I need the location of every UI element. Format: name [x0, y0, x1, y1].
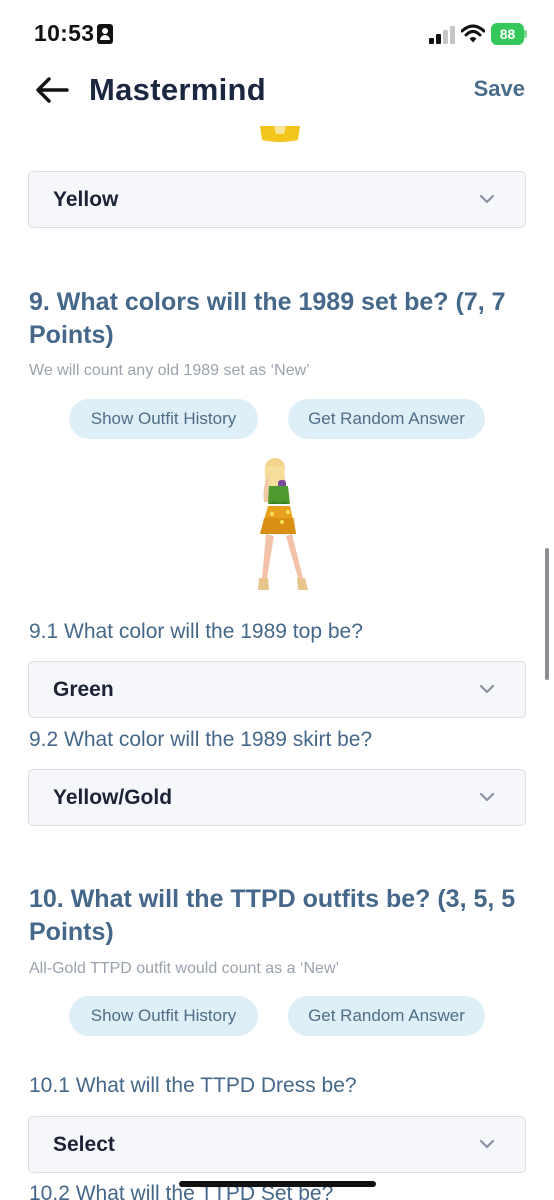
chevron-down-icon — [479, 194, 495, 204]
select-value: Green — [53, 678, 114, 701]
show-outfit-history-button[interactable]: Show Outfit History — [69, 399, 258, 439]
arrow-left-icon — [36, 77, 69, 103]
wifi-icon — [461, 24, 485, 43]
question-9-2-label: 9.2 What color will the 1989 skirt be? — [29, 728, 373, 751]
save-button[interactable]: Save — [474, 76, 525, 102]
question-10-title: 10. What will the TTPD outfits be? (3, 5… — [29, 885, 516, 946]
scrollbar[interactable] — [545, 548, 549, 680]
question-9-note: We will count any old 1989 set as ‘New’ — [29, 362, 310, 379]
status-time: 10:53 — [34, 20, 95, 46]
chevron-down-icon — [479, 684, 495, 694]
page-title: Mastermind — [89, 72, 266, 107]
question-9-1-label: 9.1 What color will the 1989 top be? — [29, 620, 363, 643]
select-value: Yellow/Gold — [53, 786, 173, 809]
question-9-1-select[interactable]: Green — [28, 661, 526, 718]
home-indicator[interactable] — [179, 1181, 376, 1187]
outfit-image-partial — [260, 126, 300, 142]
question-9-title: 9. What colors will the 1989 set be? (7,… — [29, 288, 506, 349]
back-button[interactable] — [30, 70, 74, 110]
battery-tip — [524, 30, 527, 38]
select-value: Select — [53, 1133, 115, 1156]
chevron-down-icon — [479, 792, 495, 802]
question-10-1-label: 10.1 What will the TTPD Dress be? — [29, 1074, 357, 1097]
get-random-answer-button[interactable]: Get Random Answer — [288, 399, 485, 439]
get-random-answer-button[interactable]: Get Random Answer — [288, 996, 485, 1036]
answer-8-select[interactable]: Yellow — [28, 171, 526, 228]
chevron-down-icon — [479, 1139, 495, 1149]
person-badge-icon — [97, 24, 113, 44]
show-outfit-history-button[interactable]: Show Outfit History — [69, 996, 258, 1036]
question-10-1-select[interactable]: Select — [28, 1116, 526, 1173]
question-10-note: All-Gold TTPD outfit would count as a ‘N… — [29, 960, 340, 977]
cellular-signal-icon — [429, 26, 455, 44]
question-9-2-select[interactable]: Yellow/Gold — [28, 769, 526, 826]
select-value: Yellow — [53, 188, 119, 211]
battery-icon: 88 — [491, 23, 524, 45]
question-scroll-area[interactable]: Yellow 9. What colors will the 1989 set … — [0, 0, 554, 1200]
status-bar: 10:53 88 — [0, 0, 554, 70]
1989-outfit-image — [258, 458, 308, 590]
